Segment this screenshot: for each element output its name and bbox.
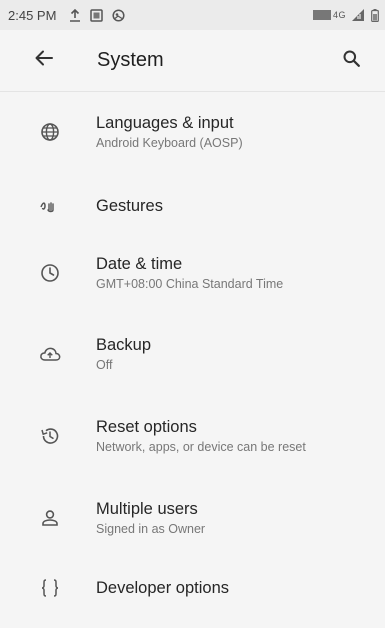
list-item-title: Reset options [96, 418, 197, 436]
clock-icon [38, 261, 62, 285]
list-item-subtitle: GMT+08:00 China Standard Time [96, 277, 284, 291]
battery-block-icon [312, 10, 331, 20]
list-item-subtitle: Android Keyboard (AOSP) [96, 136, 243, 150]
list-item-text: Gestures [96, 195, 381, 217]
list-item-text: Languages & input Android Keyboard (AOSP… [96, 112, 381, 152]
person-icon [38, 506, 62, 530]
braces-icon [38, 576, 62, 600]
notification-icons [69, 8, 125, 22]
restore-icon [38, 424, 62, 448]
signal-icon [352, 9, 365, 21]
list-item-subtitle: Signed in as Owner [96, 522, 206, 536]
back-button[interactable] [24, 41, 64, 81]
list-item-title: Backup [96, 336, 152, 354]
list-item-title: Multiple users [96, 500, 198, 518]
list-item-developer[interactable]: Developer options [0, 548, 385, 628]
network-indicator: 4G [312, 10, 346, 20]
list-item-users[interactable]: Multiple users Signed in as Owner [0, 478, 385, 558]
list-item-backup[interactable]: Backup Off [0, 314, 385, 394]
list-item-text: Multiple users Signed in as Owner [96, 498, 381, 538]
list-item-subtitle: Network, apps, or device can be reset [96, 440, 306, 454]
search-icon [343, 50, 360, 72]
globe-icon [38, 120, 62, 144]
list-item-languages[interactable]: Languages & input Android Keyboard (AOSP… [0, 92, 385, 172]
status-right: 4G [312, 8, 379, 22]
list-item-date-time[interactable]: Date & time GMT+08:00 China Standard Tim… [0, 233, 385, 313]
gallery-icon [112, 8, 125, 22]
list-item-subtitle: Off [96, 358, 113, 372]
list-item-title: Languages & input [96, 114, 234, 132]
toolbar: System [0, 30, 385, 92]
list-item-text: Developer options [96, 577, 381, 599]
list-item-text: Backup Off [96, 334, 381, 374]
list-item-reset[interactable]: Reset options Network, apps, or device c… [0, 396, 385, 476]
network-label: 4G [332, 10, 346, 20]
list-item-title: Date & time [96, 255, 183, 273]
list-item-text: Date & time GMT+08:00 China Standard Tim… [96, 253, 381, 293]
gestures-icon [38, 194, 62, 218]
arrow-back-icon [35, 50, 53, 71]
upload-icon [69, 8, 81, 22]
status-left: 2:45 PM [8, 8, 125, 23]
cloud-upload-icon [38, 342, 62, 366]
list-item-text: Reset options Network, apps, or device c… [96, 416, 381, 456]
search-button[interactable] [331, 41, 371, 81]
list-item-title: Developer options [96, 579, 229, 597]
screenshot-icon [90, 8, 104, 22]
page-title: System [97, 49, 164, 71]
battery-icon [371, 8, 379, 22]
list-item-title: Gestures [96, 197, 163, 215]
status-time: 2:45 PM [8, 7, 57, 23]
status-bar: 2:45 PM 4G [0, 0, 385, 30]
